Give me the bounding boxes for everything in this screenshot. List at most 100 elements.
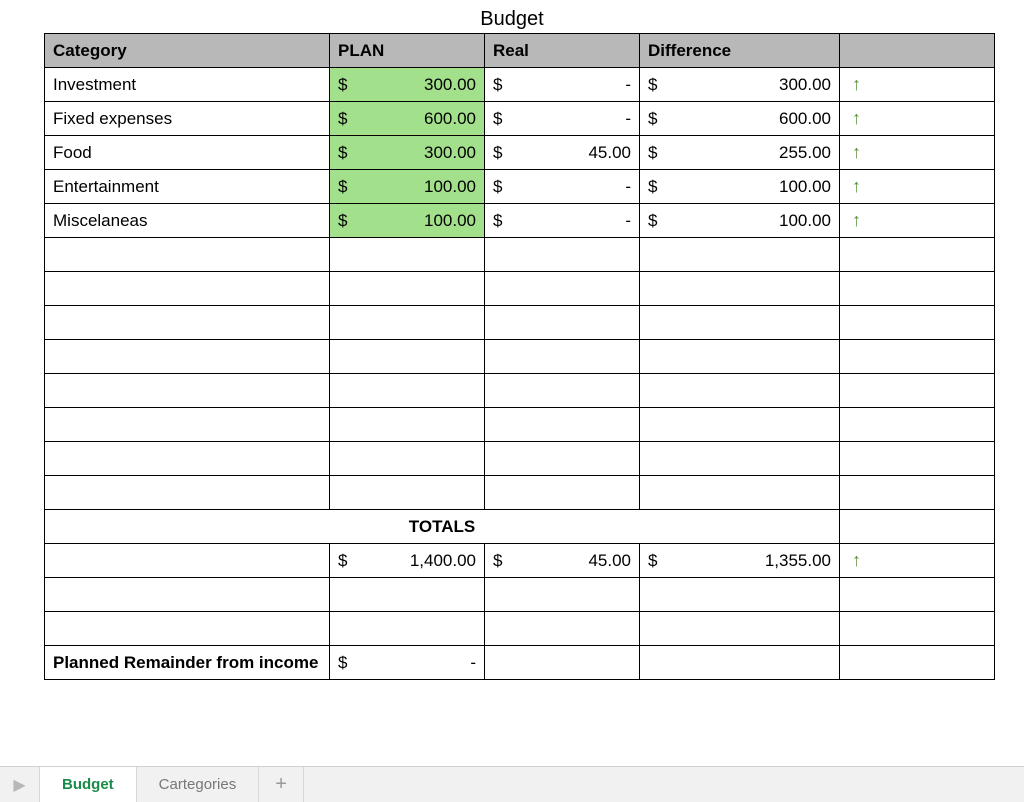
- table-cell[interactable]: [640, 612, 840, 646]
- arrow-cell[interactable]: ↑: [840, 544, 995, 578]
- table-cell[interactable]: [485, 612, 640, 646]
- table-cell[interactable]: [330, 612, 485, 646]
- table-cell[interactable]: [840, 374, 995, 408]
- table-cell[interactable]: [840, 238, 995, 272]
- header-real[interactable]: Real: [485, 34, 640, 68]
- category-cell[interactable]: Investment: [45, 68, 330, 102]
- table-cell[interactable]: [840, 442, 995, 476]
- table-cell[interactable]: $-: [485, 170, 640, 204]
- totals-label[interactable]: TOTALS: [45, 510, 840, 544]
- table-cell[interactable]: [485, 238, 640, 272]
- table-cell[interactable]: [485, 272, 640, 306]
- table-cell[interactable]: [45, 612, 330, 646]
- category-cell[interactable]: Miscelaneas: [45, 204, 330, 238]
- budget-table: Category PLAN Real Difference Investment…: [44, 33, 995, 680]
- header-blank[interactable]: [840, 34, 995, 68]
- table-cell[interactable]: [840, 272, 995, 306]
- table-cell[interactable]: $-: [330, 646, 485, 680]
- table-cell[interactable]: [640, 408, 840, 442]
- table-row: [45, 272, 995, 306]
- table-cell[interactable]: [840, 612, 995, 646]
- table-cell[interactable]: $1,355.00: [640, 544, 840, 578]
- table-cell[interactable]: [840, 476, 995, 510]
- table-cell[interactable]: [640, 476, 840, 510]
- table-cell[interactable]: [485, 340, 640, 374]
- tab-nav-prev[interactable]: ▶: [0, 767, 40, 802]
- table-cell[interactable]: [330, 238, 485, 272]
- table-cell[interactable]: [45, 340, 330, 374]
- table-cell[interactable]: [840, 510, 995, 544]
- table-row: [45, 340, 995, 374]
- table-cell[interactable]: $100.00: [330, 204, 485, 238]
- table-cell[interactable]: [640, 646, 840, 680]
- table-cell[interactable]: [45, 238, 330, 272]
- table-cell[interactable]: $100.00: [640, 204, 840, 238]
- category-cell[interactable]: Entertainment: [45, 170, 330, 204]
- table-cell[interactable]: [485, 476, 640, 510]
- table-cell[interactable]: [45, 408, 330, 442]
- table-cell[interactable]: [330, 272, 485, 306]
- table-cell[interactable]: $-: [485, 102, 640, 136]
- table-cell[interactable]: $-: [485, 204, 640, 238]
- table-cell[interactable]: [330, 578, 485, 612]
- table-cell[interactable]: [330, 476, 485, 510]
- table-cell[interactable]: $45.00: [485, 136, 640, 170]
- table-cell[interactable]: [840, 306, 995, 340]
- table-cell[interactable]: [330, 374, 485, 408]
- table-cell[interactable]: [330, 442, 485, 476]
- arrow-cell[interactable]: ↑: [840, 68, 995, 102]
- category-cell[interactable]: Food: [45, 136, 330, 170]
- table-cell[interactable]: [45, 272, 330, 306]
- table-cell[interactable]: $255.00: [640, 136, 840, 170]
- table-cell[interactable]: [330, 306, 485, 340]
- table-cell[interactable]: $300.00: [330, 136, 485, 170]
- table-cell[interactable]: [45, 578, 330, 612]
- table-cell[interactable]: [330, 408, 485, 442]
- table-cell[interactable]: $100.00: [640, 170, 840, 204]
- table-cell[interactable]: [640, 238, 840, 272]
- table-cell[interactable]: [485, 374, 640, 408]
- table-cell[interactable]: $600.00: [640, 102, 840, 136]
- table-cell[interactable]: $600.00: [330, 102, 485, 136]
- table-cell[interactable]: $-: [485, 68, 640, 102]
- arrow-cell[interactable]: ↑: [840, 136, 995, 170]
- table-cell[interactable]: [485, 306, 640, 340]
- table-cell[interactable]: [640, 272, 840, 306]
- table-cell[interactable]: [45, 374, 330, 408]
- table-cell[interactable]: $1,400.00: [330, 544, 485, 578]
- table-cell[interactable]: [485, 578, 640, 612]
- table-cell[interactable]: [45, 306, 330, 340]
- header-category[interactable]: Category: [45, 34, 330, 68]
- tab-budget[interactable]: Budget: [40, 767, 137, 802]
- header-difference[interactable]: Difference: [640, 34, 840, 68]
- table-cell[interactable]: $300.00: [640, 68, 840, 102]
- category-cell[interactable]: Fixed expenses: [45, 102, 330, 136]
- table-cell[interactable]: [640, 578, 840, 612]
- tab-categories[interactable]: Cartegories: [137, 767, 260, 802]
- table-cell[interactable]: [485, 646, 640, 680]
- remainder-label[interactable]: Planned Remainder from income: [45, 646, 330, 680]
- table-cell[interactable]: $100.00: [330, 170, 485, 204]
- totals-row: $1,400.00 $45.00 $1,355.00 ↑: [45, 544, 995, 578]
- table-cell[interactable]: [640, 306, 840, 340]
- table-cell[interactable]: [45, 476, 330, 510]
- table-cell[interactable]: [640, 442, 840, 476]
- table-cell[interactable]: $45.00: [485, 544, 640, 578]
- table-cell[interactable]: [485, 408, 640, 442]
- table-cell[interactable]: [840, 408, 995, 442]
- table-cell[interactable]: [640, 374, 840, 408]
- header-plan[interactable]: PLAN: [330, 34, 485, 68]
- arrow-cell[interactable]: ↑: [840, 204, 995, 238]
- table-cell[interactable]: [45, 544, 330, 578]
- arrow-cell[interactable]: ↑: [840, 170, 995, 204]
- table-cell[interactable]: [485, 442, 640, 476]
- arrow-cell[interactable]: ↑: [840, 102, 995, 136]
- table-cell[interactable]: [840, 646, 995, 680]
- table-cell[interactable]: $300.00: [330, 68, 485, 102]
- tab-add[interactable]: +: [259, 767, 304, 802]
- table-cell[interactable]: [640, 340, 840, 374]
- table-cell[interactable]: [840, 340, 995, 374]
- table-cell[interactable]: [330, 340, 485, 374]
- table-cell[interactable]: [45, 442, 330, 476]
- table-cell[interactable]: [840, 578, 995, 612]
